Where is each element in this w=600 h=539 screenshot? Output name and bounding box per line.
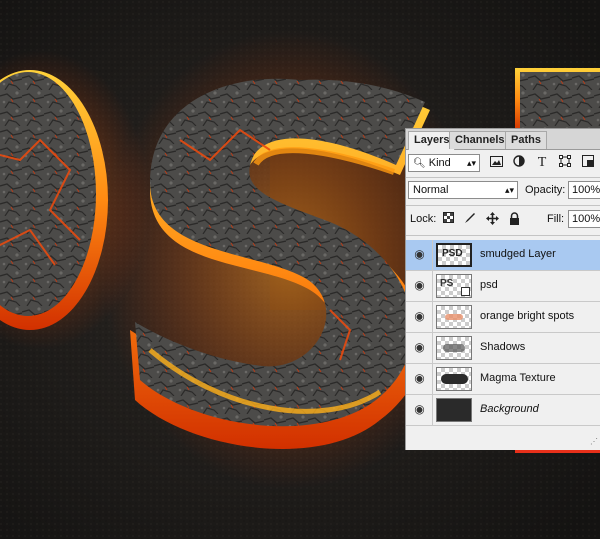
divider bbox=[406, 235, 600, 236]
layer-filter-row: 🔍︎ Kind ▴▾ T bbox=[406, 152, 600, 176]
layer-name: Magma Texture bbox=[480, 372, 556, 384]
visibility-toggle[interactable]: ◉ bbox=[406, 240, 433, 270]
eye-icon: ◉ bbox=[414, 309, 425, 323]
layer-row-magma-texture[interactable]: ◉ Magma Texture bbox=[406, 364, 600, 395]
filter-kind-label: Kind bbox=[428, 157, 451, 169]
eye-icon: ◉ bbox=[414, 402, 425, 416]
thumb-ps-text: PS bbox=[440, 278, 454, 289]
blend-mode-value: Normal bbox=[413, 184, 449, 196]
layer-row-shadows[interactable]: ◉ Shadows bbox=[406, 333, 600, 364]
lock-image-pixels-icon[interactable] bbox=[463, 212, 477, 226]
layer-row-background[interactable]: ◉ Background bbox=[406, 395, 600, 426]
magma-thumb bbox=[436, 367, 472, 391]
layer-list: ◉ PSD smudged Layer ◉ PS psd ◉ orange br… bbox=[406, 240, 600, 426]
smart-object-filter-icon[interactable] bbox=[580, 155, 596, 171]
eye-icon: ◉ bbox=[414, 340, 425, 354]
tab-channels[interactable]: Channels bbox=[449, 131, 511, 149]
chevron-updown-icon: ▴▾ bbox=[466, 158, 476, 168]
blend-mode-select[interactable]: Normal ▴▾ bbox=[408, 181, 518, 199]
shadows-thumb bbox=[436, 336, 472, 360]
type-filter-icon[interactable]: T bbox=[534, 155, 550, 171]
eye-icon: ◉ bbox=[414, 371, 425, 385]
layer-name: Background bbox=[480, 403, 539, 415]
smart-object-badge-icon bbox=[461, 287, 470, 296]
layers-panel: Layers Channels Paths 🔍︎ Kind ▴▾ T Norma… bbox=[405, 128, 600, 450]
psd-text-thumb: PSD bbox=[436, 243, 472, 267]
adjustment-filter-icon[interactable] bbox=[511, 155, 527, 171]
visibility-toggle[interactable]: ◉ bbox=[406, 395, 433, 425]
panel-tab-bar: Layers Channels Paths bbox=[406, 129, 600, 150]
visibility-toggle[interactable]: ◉ bbox=[406, 271, 433, 301]
orange-spots-thumb bbox=[436, 305, 472, 329]
visibility-toggle[interactable]: ◉ bbox=[406, 302, 433, 332]
layer-name: smudged Layer bbox=[480, 248, 556, 260]
divider bbox=[406, 177, 600, 178]
layer-row-smudged-layer[interactable]: ◉ PSD smudged Layer bbox=[406, 240, 600, 271]
eye-icon: ◉ bbox=[414, 247, 425, 261]
layer-row-psd[interactable]: ◉ PS psd bbox=[406, 271, 600, 302]
background-thumb bbox=[436, 398, 472, 422]
eye-icon: ◉ bbox=[414, 278, 425, 292]
opacity-input[interactable]: 100% bbox=[568, 181, 600, 199]
chevron-updown-icon: ▴▾ bbox=[504, 185, 514, 195]
opacity-label: Opacity: bbox=[525, 184, 566, 196]
layer-name: Shadows bbox=[480, 341, 526, 353]
image-filter-icon[interactable] bbox=[488, 155, 504, 171]
visibility-toggle[interactable]: ◉ bbox=[406, 364, 433, 394]
layer-name: psd bbox=[480, 279, 498, 291]
layer-name: orange bright spots bbox=[480, 310, 575, 322]
filter-kind-select[interactable]: 🔍︎ Kind ▴▾ bbox=[408, 154, 480, 172]
tab-paths[interactable]: Paths bbox=[505, 131, 547, 149]
shape-filter-icon[interactable] bbox=[557, 155, 573, 171]
smart-object-thumb: PS bbox=[436, 274, 472, 298]
lock-transparency-icon[interactable] bbox=[441, 212, 455, 226]
visibility-toggle[interactable]: ◉ bbox=[406, 333, 433, 363]
fill-label: Fill: bbox=[547, 213, 565, 225]
thumb-psd-text: PSD bbox=[442, 248, 463, 259]
fill-input[interactable]: 100% bbox=[568, 210, 600, 228]
lock-all-icon[interactable] bbox=[507, 212, 521, 226]
layer-row-orange-bright-spots[interactable]: ◉ orange bright spots bbox=[406, 302, 600, 333]
lock-position-icon[interactable] bbox=[485, 212, 499, 226]
divider bbox=[406, 205, 600, 206]
search-icon: 🔍︎ bbox=[413, 158, 426, 169]
resize-grip-icon[interactable]: ⋰ bbox=[590, 437, 598, 446]
lock-label: Lock: bbox=[410, 213, 437, 225]
